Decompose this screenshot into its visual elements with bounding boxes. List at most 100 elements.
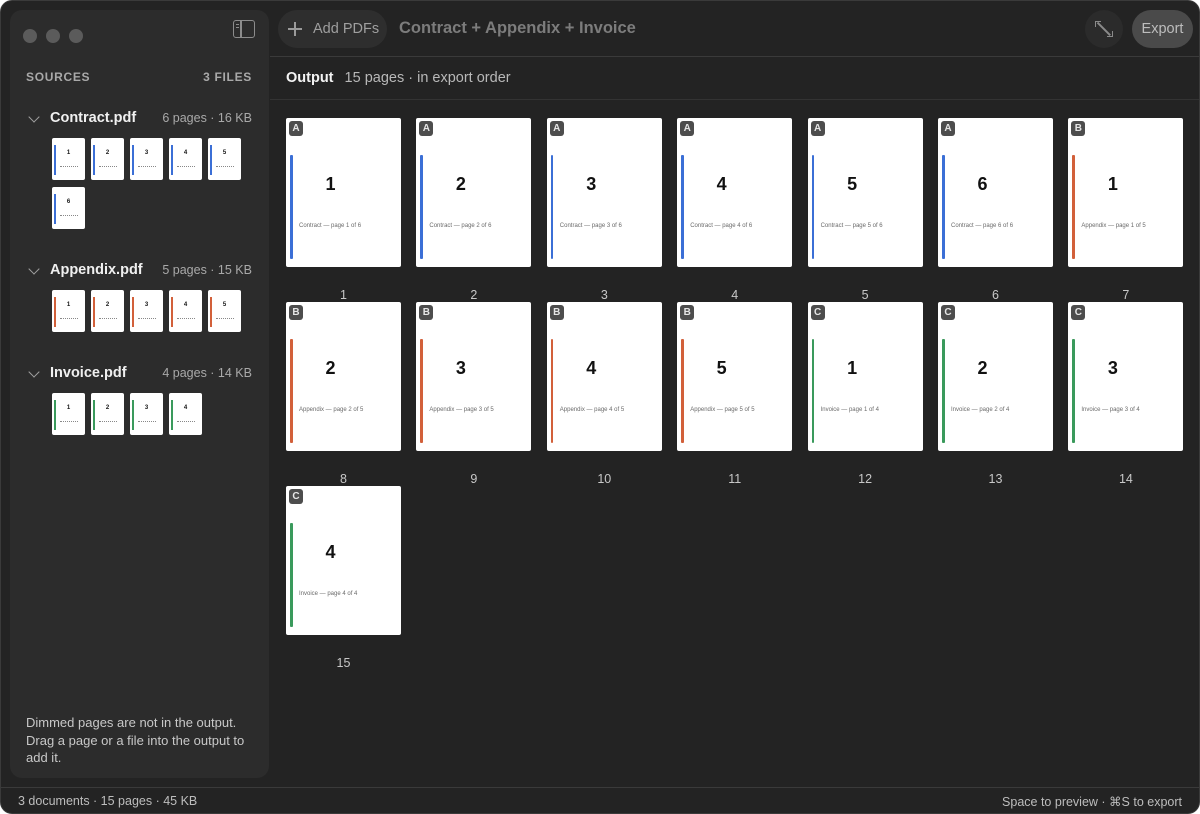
source-badge: A (810, 121, 825, 136)
status-summary: 3 documents · 15 pages · 45 KB (18, 794, 198, 808)
export-button[interactable]: Export (1132, 10, 1193, 48)
page-preview[interactable]: B 2 Appendix — page 2 of 5 (286, 302, 401, 451)
thumbnail-page-number: 3 (144, 405, 149, 411)
page-preview[interactable]: B 3 Appendix — page 3 of 5 (416, 302, 532, 451)
page-number: 1 (1107, 174, 1118, 194)
file-color-bar (290, 155, 293, 259)
output-title: Output (286, 70, 334, 86)
file-color-bar (550, 339, 554, 443)
thumbnail-page-number: 4 (183, 302, 188, 308)
page-thumbnail[interactable]: 4 (169, 393, 202, 435)
chevron-down-icon[interactable] (28, 111, 40, 123)
export-order-number: 7 (1122, 288, 1130, 302)
source-file[interactable]: Contract.pdf 6 pages · 16 KB 1 2 3 4 5 6 (10, 110, 269, 229)
page-preview[interactable]: C 2 Invoice — page 2 of 4 (938, 302, 1053, 451)
file-color-bar (420, 339, 423, 443)
source-badge: B (289, 305, 303, 320)
zoom-window-button[interactable] (69, 29, 83, 43)
page-thumbnail[interactable]: 5 (208, 290, 241, 332)
file-name: Appendix.pdf (50, 262, 143, 278)
page-preview[interactable]: A 6 Contract — page 6 of 6 (938, 118, 1053, 267)
export-order-number: 1 (340, 288, 347, 302)
page-number: 3 (586, 174, 597, 194)
app-window: SOURCES 3 FILES Contract.pdf 6 pages · 16… (0, 0, 1200, 814)
output-page[interactable]: A 2 Contract — page 2 of 6 2 (416, 118, 532, 302)
thumbnail-page-number: 1 (66, 405, 71, 411)
export-order-number: 2 (470, 288, 478, 302)
add-pdfs-label: Add PDFs (313, 21, 380, 37)
output-page[interactable]: B 4 Appendix — page 4 of 5 10 (546, 302, 662, 486)
output-page[interactable]: C 2 Invoice — page 2 of 4 13 (938, 302, 1053, 486)
expand-button[interactable] (1085, 10, 1123, 48)
output-page[interactable]: A 6 Contract — page 6 of 6 6 (938, 118, 1053, 302)
output-page[interactable]: A 5 Contract — page 5 of 6 5 (807, 118, 923, 302)
export-order-number: 9 (470, 472, 478, 486)
output-page[interactable]: B 2 Appendix — page 2 of 5 8 (286, 302, 401, 486)
source-file[interactable]: Invoice.pdf 4 pages · 14 KB 1 2 3 4 (10, 365, 269, 435)
file-color-bar (420, 155, 423, 259)
output-page[interactable]: A 4 Contract — page 4 of 6 4 (677, 118, 793, 302)
page-number: 4 (325, 542, 336, 562)
file-row[interactable]: Contract.pdf 6 pages · 16 KB (10, 110, 269, 130)
source-badge: C (810, 305, 825, 320)
file-color-bar (550, 155, 554, 259)
page-preview[interactable]: A 2 Contract — page 2 of 6 (416, 118, 532, 267)
page-thumbnail[interactable]: 2 (91, 393, 124, 435)
output-page[interactable]: A 1 Contract — page 1 of 6 1 (286, 118, 401, 302)
page-preview[interactable]: B 4 Appendix — page 4 of 5 (546, 302, 662, 451)
source-file[interactable]: Appendix.pdf 5 pages · 15 KB 1 2 3 4 5 (10, 262, 269, 332)
page-preview[interactable]: C 1 Invoice — page 1 of 4 (807, 302, 923, 451)
file-color-bar (681, 155, 684, 259)
source-badge: B (1071, 121, 1086, 136)
page-preview[interactable]: C 3 Invoice — page 3 of 4 (1068, 302, 1184, 451)
page-number: 5 (716, 358, 727, 378)
page-preview[interactable]: A 1 Contract — page 1 of 6 (286, 118, 401, 267)
export-order-number: 5 (861, 288, 869, 302)
page-thumbnail[interactable]: 2 (91, 138, 124, 180)
page-thumbnail[interactable]: 1 (52, 393, 85, 435)
page-thumbnail[interactable]: 1 (52, 138, 85, 180)
status-divider (1, 787, 1199, 788)
page-preview[interactable]: A 3 Contract — page 3 of 6 (546, 118, 662, 267)
minimize-window-button[interactable] (46, 29, 60, 43)
page-thumbnail[interactable]: 6 (52, 187, 85, 229)
add-pdfs-button[interactable]: Add PDFs (278, 10, 387, 48)
file-count: 3 FILES (203, 70, 252, 84)
page-thumbnail[interactable]: 4 (169, 138, 202, 180)
file-row[interactable]: Invoice.pdf 4 pages · 14 KB (10, 365, 269, 385)
output-page[interactable]: C 1 Invoice — page 1 of 4 12 (807, 302, 923, 486)
chevron-down-icon[interactable] (28, 366, 40, 378)
output-page[interactable]: B 5 Appendix — page 5 of 5 11 (677, 302, 793, 486)
page-preview[interactable]: B 1 Appendix — page 1 of 5 (1068, 118, 1184, 267)
page-number: 3 (455, 358, 466, 378)
page-thumbnail[interactable]: 3 (130, 393, 163, 435)
page-thumbnail[interactable]: 2 (91, 290, 124, 332)
output-page[interactable]: C 4 Invoice — page 4 of 4 15 (286, 486, 401, 670)
page-preview[interactable]: C 4 Invoice — page 4 of 4 (286, 486, 401, 635)
page-number: 6 (977, 174, 988, 194)
output-page[interactable]: C 3 Invoice — page 3 of 4 14 (1068, 302, 1184, 486)
page-preview[interactable]: A 4 Contract — page 4 of 6 (677, 118, 793, 267)
sidebar-toggle-icon[interactable] (233, 20, 255, 38)
source-badge: A (941, 121, 955, 136)
page-thumbnail[interactable]: 4 (169, 290, 202, 332)
output-page[interactable]: B 3 Appendix — page 3 of 5 9 (416, 302, 532, 486)
close-window-button[interactable] (23, 29, 37, 43)
export-order-number: 13 (988, 472, 1003, 486)
page-thumbnail[interactable]: 3 (130, 138, 163, 180)
page-preview[interactable]: B 5 Appendix — page 5 of 5 (677, 302, 793, 451)
page-thumbnail[interactable]: 1 (52, 290, 85, 332)
source-badge: A (549, 121, 564, 136)
export-order-number: 6 (992, 288, 999, 302)
sources-heading: SOURCES (26, 70, 91, 84)
page-preview[interactable]: A 5 Contract — page 5 of 6 (807, 118, 923, 267)
file-color-bar (942, 155, 945, 259)
page-thumbnail[interactable]: 3 (130, 290, 163, 332)
file-row[interactable]: Appendix.pdf 5 pages · 15 KB (10, 262, 269, 282)
page-thumbnail[interactable]: 5 (208, 138, 241, 180)
output-page[interactable]: B 1 Appendix — page 1 of 5 7 (1068, 118, 1184, 302)
source-badge: C (289, 489, 303, 504)
output-page[interactable]: A 3 Contract — page 3 of 6 3 (546, 118, 662, 302)
chevron-down-icon[interactable] (28, 263, 40, 275)
page-caption: Appendix — page 2 of 5 (299, 407, 364, 413)
